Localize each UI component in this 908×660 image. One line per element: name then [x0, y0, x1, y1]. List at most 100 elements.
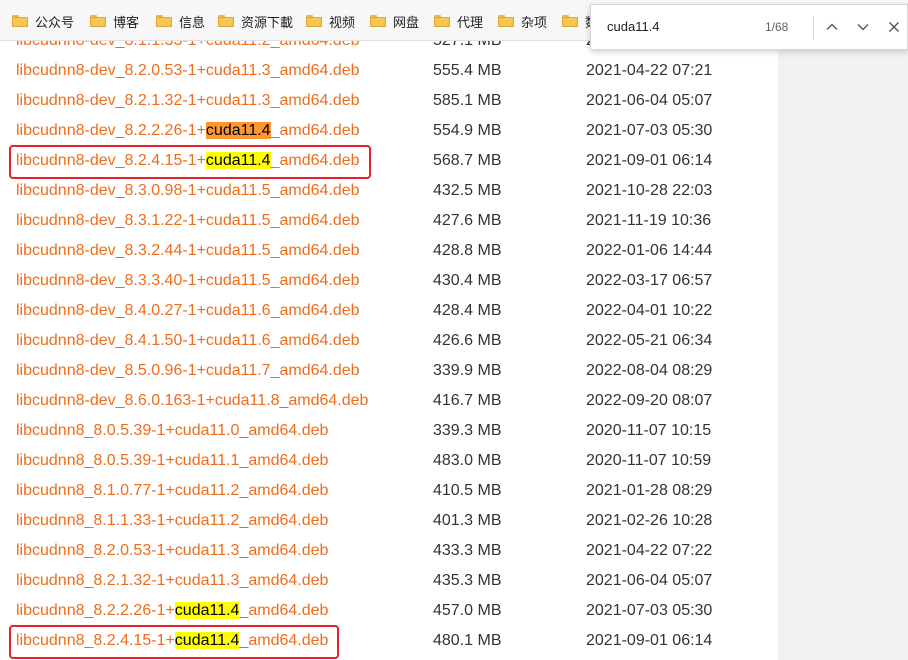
- find-current-match: cuda11.4: [205, 122, 271, 139]
- file-link[interactable]: libcudnn8-dev_8.2.0.53-1+cuda11.3_amd64.…: [16, 61, 360, 81]
- file-date: 2021-11-19 10:36: [586, 212, 712, 229]
- folder-icon: [12, 15, 28, 27]
- folder-icon: [434, 15, 450, 27]
- bookmark-item[interactable]: 公众号: [12, 10, 74, 32]
- file-size: 555.4 MB: [433, 62, 502, 79]
- close-icon: [889, 22, 899, 32]
- bookmark-label: 信息: [179, 14, 206, 30]
- file-link[interactable]: libcudnn8-dev_8.4.1.50-1+cuda11.6_amd64.…: [16, 331, 360, 351]
- bookmark-label: 杂项: [521, 14, 548, 30]
- bookmark-label: 博客: [113, 14, 140, 30]
- find-input[interactable]: cuda11.4: [607, 19, 757, 34]
- file-size: 428.8 MB: [433, 242, 502, 259]
- bookmark-label: 资源下載: [241, 14, 294, 30]
- bookmark-item[interactable]: 信息: [156, 10, 205, 32]
- file-link[interactable]: libcudnn8_8.0.5.39-1+cuda11.1_amd64.deb: [16, 451, 328, 471]
- file-size: 585.1 MB: [433, 92, 502, 109]
- file-row: libcudnn8_8.2.1.32-1+cuda11.3_amd64.deb 4…: [0, 566, 778, 596]
- file-size: 457.0 MB: [433, 602, 502, 619]
- file-link[interactable]: libcudnn8_8.2.2.26-1+cuda11.4_amd64.deb: [16, 601, 328, 621]
- bookmark-item[interactable]: 视频: [306, 10, 355, 32]
- file-link[interactable]: libcudnn8_8.1.0.77-1+cuda11.2_amd64.deb: [16, 481, 328, 501]
- file-size: 554.9 MB: [433, 122, 502, 139]
- file-size: 430.4 MB: [433, 272, 502, 289]
- bookmark-item[interactable]: 资源下載: [218, 10, 293, 32]
- chevron-up-icon: [826, 23, 838, 30]
- file-row: libcudnn8-dev_8.6.0.163-1+cuda11.8_amd64…: [0, 386, 778, 416]
- file-date: 2022-01-06 14:44: [586, 242, 713, 259]
- bookmark-label: 网盘: [393, 14, 420, 30]
- file-size: 401.3 MB: [433, 512, 502, 529]
- file-link[interactable]: libcudnn8_8.1.1.33-1+cuda11.2_amd64.deb: [16, 511, 328, 531]
- file-size: 480.1 MB: [433, 632, 502, 649]
- file-date: 2022-04-01 10:22: [586, 302, 713, 319]
- bookmark-label: 代理: [457, 14, 484, 30]
- red-annotation-box: [9, 625, 339, 659]
- file-size: 483.0 MB: [433, 452, 502, 469]
- file-row: libcudnn8_8.2.0.53-1+cuda11.3_amd64.deb 4…: [0, 536, 778, 566]
- file-name-suffix: _amd64.deb: [239, 602, 329, 619]
- file-date: 2020-11-07 10:59: [586, 452, 712, 469]
- file-link[interactable]: libcudnn8-dev_8.5.0.96-1+cuda11.7_amd64.…: [16, 361, 360, 381]
- file-row: libcudnn8-dev_8.4.1.50-1+cuda11.6_amd64.…: [0, 326, 778, 356]
- file-date: 2022-09-20 08:07: [586, 392, 713, 409]
- red-annotation-box: [9, 145, 371, 179]
- folder-icon: [562, 15, 578, 27]
- file-date: 2021-09-01 06:14: [586, 632, 713, 649]
- folder-icon: [306, 15, 322, 27]
- bookmark-item[interactable]: 杂项: [498, 10, 547, 32]
- file-link[interactable]: libcudnn8_8.2.1.32-1+cuda11.3_amd64.deb: [16, 571, 328, 591]
- file-size: 416.7 MB: [433, 392, 502, 409]
- find-match-count: 1/68: [765, 20, 789, 34]
- chevron-down-icon: [857, 24, 869, 31]
- file-link[interactable]: libcudnn8-dev_8.3.3.40-1+cuda11.5_amd64.…: [16, 271, 360, 291]
- file-size: 432.5 MB: [433, 182, 502, 199]
- file-link[interactable]: libcudnn8_8.0.5.39-1+cuda11.0_amd64.deb: [16, 421, 328, 441]
- bookmark-item[interactable]: 博客: [90, 10, 139, 32]
- file-date: 2021-02-26 10:28: [586, 512, 713, 529]
- file-link[interactable]: libcudnn8-dev_8.3.1.22-1+cuda11.5_amd64.…: [16, 211, 360, 231]
- find-next-button[interactable]: [848, 12, 878, 42]
- file-link[interactable]: libcudnn8-dev_8.3.2.44-1+cuda11.5_amd64.…: [16, 241, 360, 261]
- folder-icon: [218, 15, 234, 27]
- file-date: 2021-10-28 22:03: [586, 182, 713, 199]
- file-row: libcudnn8_8.0.5.39-1+cuda11.0_amd64.deb 3…: [0, 416, 778, 446]
- file-row: libcudnn8_8.1.0.77-1+cuda11.2_amd64.deb 4…: [0, 476, 778, 506]
- file-size: 410.5 MB: [433, 482, 502, 499]
- file-size: 339.3 MB: [433, 422, 502, 439]
- bookmark-item[interactable]: 网盘: [370, 10, 419, 32]
- find-match-highlight: cuda11.4: [174, 602, 240, 619]
- file-size: 433.3 MB: [433, 542, 502, 559]
- file-row: libcudnn8_8.0.5.39-1+cuda11.1_amd64.deb 4…: [0, 446, 778, 476]
- file-link[interactable]: libcudnn8-dev_8.6.0.163-1+cuda11.8_amd64…: [16, 391, 368, 411]
- file-row: libcudnn8-dev_8.3.1.22-1+cuda11.5_amd64.…: [0, 206, 778, 236]
- file-size: 428.4 MB: [433, 302, 502, 319]
- file-size: 427.6 MB: [433, 212, 502, 229]
- file-link[interactable]: libcudnn8-dev_8.2.2.26-1+cuda11.4_amd64.…: [16, 121, 360, 141]
- file-date: 2021-06-04 05:07: [586, 572, 713, 589]
- file-name-suffix: _amd64.deb: [270, 122, 360, 139]
- file-link[interactable]: libcudnn8-dev_8.2.1.32-1+cuda11.3_amd64.…: [16, 91, 360, 111]
- file-name-prefix: libcudnn8_8.2.2.26-1+: [16, 602, 175, 619]
- file-row: libcudnn8-dev_8.4.0.27-1+cuda11.6_amd64.…: [0, 296, 778, 326]
- file-row: libcudnn8_8.2.2.26-1+cuda11.4_amd64.deb 4…: [0, 596, 778, 626]
- file-date: 2021-07-03 05:30: [586, 122, 713, 139]
- bookmark-label: 公众号: [35, 14, 75, 30]
- file-date: 2021-04-22 07:21: [586, 62, 713, 79]
- file-row: libcudnn8-dev_8.2.2.26-1+cuda11.4_amd64.…: [0, 116, 778, 146]
- file-row: libcudnn8-dev_8.3.3.40-1+cuda11.5_amd64.…: [0, 266, 778, 296]
- file-date: 2020-11-07 10:15: [586, 422, 712, 439]
- find-close-button[interactable]: [879, 12, 908, 42]
- find-bar: cuda11.4 1/68: [590, 4, 908, 50]
- bookmark-item[interactable]: 代理: [434, 10, 483, 32]
- folder-icon: [90, 15, 106, 27]
- file-row: libcudnn8-dev_8.5.0.96-1+cuda11.7_amd64.…: [0, 356, 778, 386]
- file-row: libcudnn8_8.1.1.33-1+cuda11.2_amd64.deb 4…: [0, 506, 778, 536]
- file-date: 2021-04-22 07:22: [586, 542, 713, 559]
- file-link[interactable]: libcudnn8_8.2.0.53-1+cuda11.3_amd64.deb: [16, 541, 328, 561]
- file-link[interactable]: libcudnn8-dev_8.4.0.27-1+cuda11.6_amd64.…: [16, 301, 360, 321]
- file-row: libcudnn8-dev_8.3.2.44-1+cuda11.5_amd64.…: [0, 236, 778, 266]
- find-previous-button[interactable]: [817, 12, 847, 42]
- file-link[interactable]: libcudnn8-dev_8.3.0.98-1+cuda11.5_amd64.…: [16, 181, 360, 201]
- file-date: 2021-01-28 08:29: [586, 482, 713, 499]
